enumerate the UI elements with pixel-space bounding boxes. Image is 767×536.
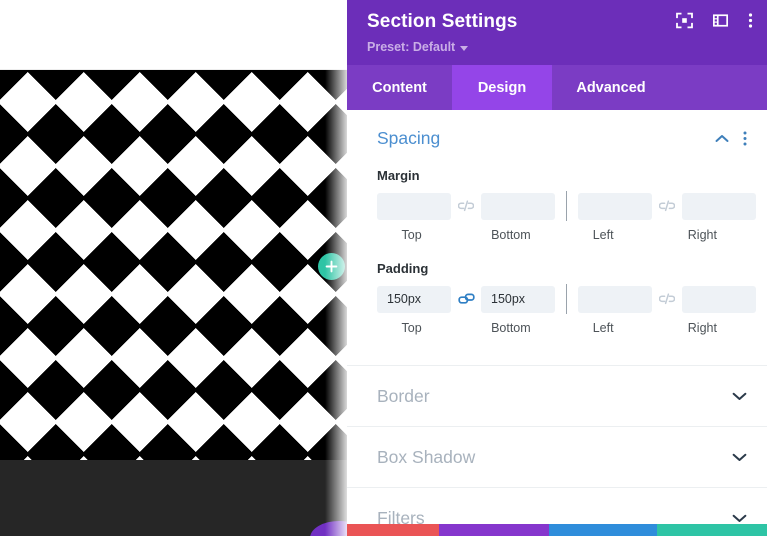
footer-purple-segment[interactable]: [439, 524, 549, 536]
padding-field-group: Padding 150px 150px Top Bottom Left Righ…: [347, 261, 767, 335]
margin-right-label: Right: [687, 228, 717, 242]
section-settings-panel: Section Settings Preset: Default Content…: [347, 0, 767, 536]
tab-advanced-label: Advanced: [576, 79, 646, 96]
panel-footer-bar: [347, 524, 767, 536]
spacing-section-header[interactable]: Spacing: [347, 110, 767, 149]
margin-left-label: Left: [592, 228, 614, 242]
layout-panel-icon[interactable]: [712, 12, 729, 29]
tab-content[interactable]: Content: [347, 65, 452, 110]
margin-field-group: Margin Top Bottom Left Right: [347, 168, 767, 242]
padding-top-label: Top: [401, 321, 422, 335]
page-preview-canvas[interactable]: [0, 0, 347, 536]
margin-top-input[interactable]: [377, 192, 451, 220]
app-root: Section Settings Preset: Default Content…: [0, 0, 767, 536]
panel-tabs: Content Design Advanced: [347, 65, 767, 110]
margin-horizontal-pair: [578, 192, 756, 220]
padding-horizontal-pair: [578, 285, 756, 313]
chevron-down-icon[interactable]: [732, 392, 747, 401]
padding-left-input[interactable]: [578, 285, 652, 313]
padding-bottom-label: Bottom: [491, 321, 531, 335]
footer-blue-segment[interactable]: [549, 524, 657, 536]
margin-vertical-pair: [377, 192, 555, 220]
spacing-title: Spacing: [377, 128, 441, 148]
padding-vertical-pair: [377, 285, 555, 313]
margin-top-label: Top: [401, 228, 422, 242]
focus-icon[interactable]: [676, 12, 693, 29]
margin-vertical-link-icon[interactable]: [451, 193, 481, 220]
panel-header-icons: [676, 12, 753, 29]
spacing-more-options-icon[interactable]: [743, 131, 747, 146]
padding-divider: [566, 284, 567, 314]
margin-bottom-label: Bottom: [491, 228, 531, 242]
preset-label: Preset: Default: [367, 40, 456, 54]
box-shadow-section-row[interactable]: Box Shadow: [347, 426, 767, 487]
margin-right-input[interactable]: [682, 192, 756, 220]
preview-dark-section[interactable]: [0, 460, 347, 536]
tab-advanced[interactable]: Advanced: [552, 65, 670, 110]
margin-horizontal-link-icon[interactable]: [652, 193, 682, 220]
padding-label: Padding: [377, 261, 429, 276]
margin-labels-row: Top Bottom Left Right: [377, 228, 737, 242]
padding-top-input[interactable]: [377, 285, 451, 313]
padding-left-label: Left: [592, 321, 614, 335]
footer-red-segment[interactable]: [347, 524, 439, 536]
preview-header-area: [0, 0, 347, 70]
margin-divider: [566, 191, 567, 221]
panel-header: Section Settings Preset: Default: [347, 0, 767, 65]
tab-content-label: Content: [372, 79, 427, 96]
chevron-pattern-section[interactable]: [0, 70, 347, 460]
chevron-down-icon[interactable]: [732, 514, 747, 523]
box-shadow-section-title: Box Shadow: [377, 446, 476, 467]
border-section-title: Border: [377, 385, 430, 406]
tab-design-label: Design: [477, 79, 527, 96]
padding-inputs-row: [377, 284, 756, 314]
more-options-icon[interactable]: [748, 12, 753, 29]
preset-selector[interactable]: Preset: Default: [367, 40, 469, 54]
padding-right-label: Right: [687, 321, 717, 335]
chevron-down-icon: [460, 45, 469, 51]
margin-left-input[interactable]: [578, 192, 652, 220]
padding-bottom-input[interactable]: [481, 285, 555, 313]
margin-label: Margin: [377, 168, 420, 183]
add-section-button[interactable]: [318, 253, 345, 280]
padding-right-input[interactable]: [682, 285, 756, 313]
chevron-down-icon[interactable]: [732, 453, 747, 462]
padding-horizontal-link-icon[interactable]: [652, 286, 682, 313]
margin-inputs-row: [377, 191, 756, 221]
border-section-row[interactable]: Border: [347, 365, 767, 426]
footer-teal-segment[interactable]: [657, 524, 767, 536]
chevron-up-icon[interactable]: [715, 134, 729, 143]
panel-body: Spacing Margin Top Bottom Left Right Pad…: [347, 110, 767, 536]
tab-design[interactable]: Design: [452, 65, 552, 110]
padding-vertical-link-icon[interactable]: [451, 286, 481, 313]
spacing-header-icons: [715, 131, 747, 146]
margin-bottom-input[interactable]: [481, 192, 555, 220]
padding-labels-row: Top Bottom Left Right: [377, 321, 737, 335]
plus-icon: [325, 260, 338, 273]
